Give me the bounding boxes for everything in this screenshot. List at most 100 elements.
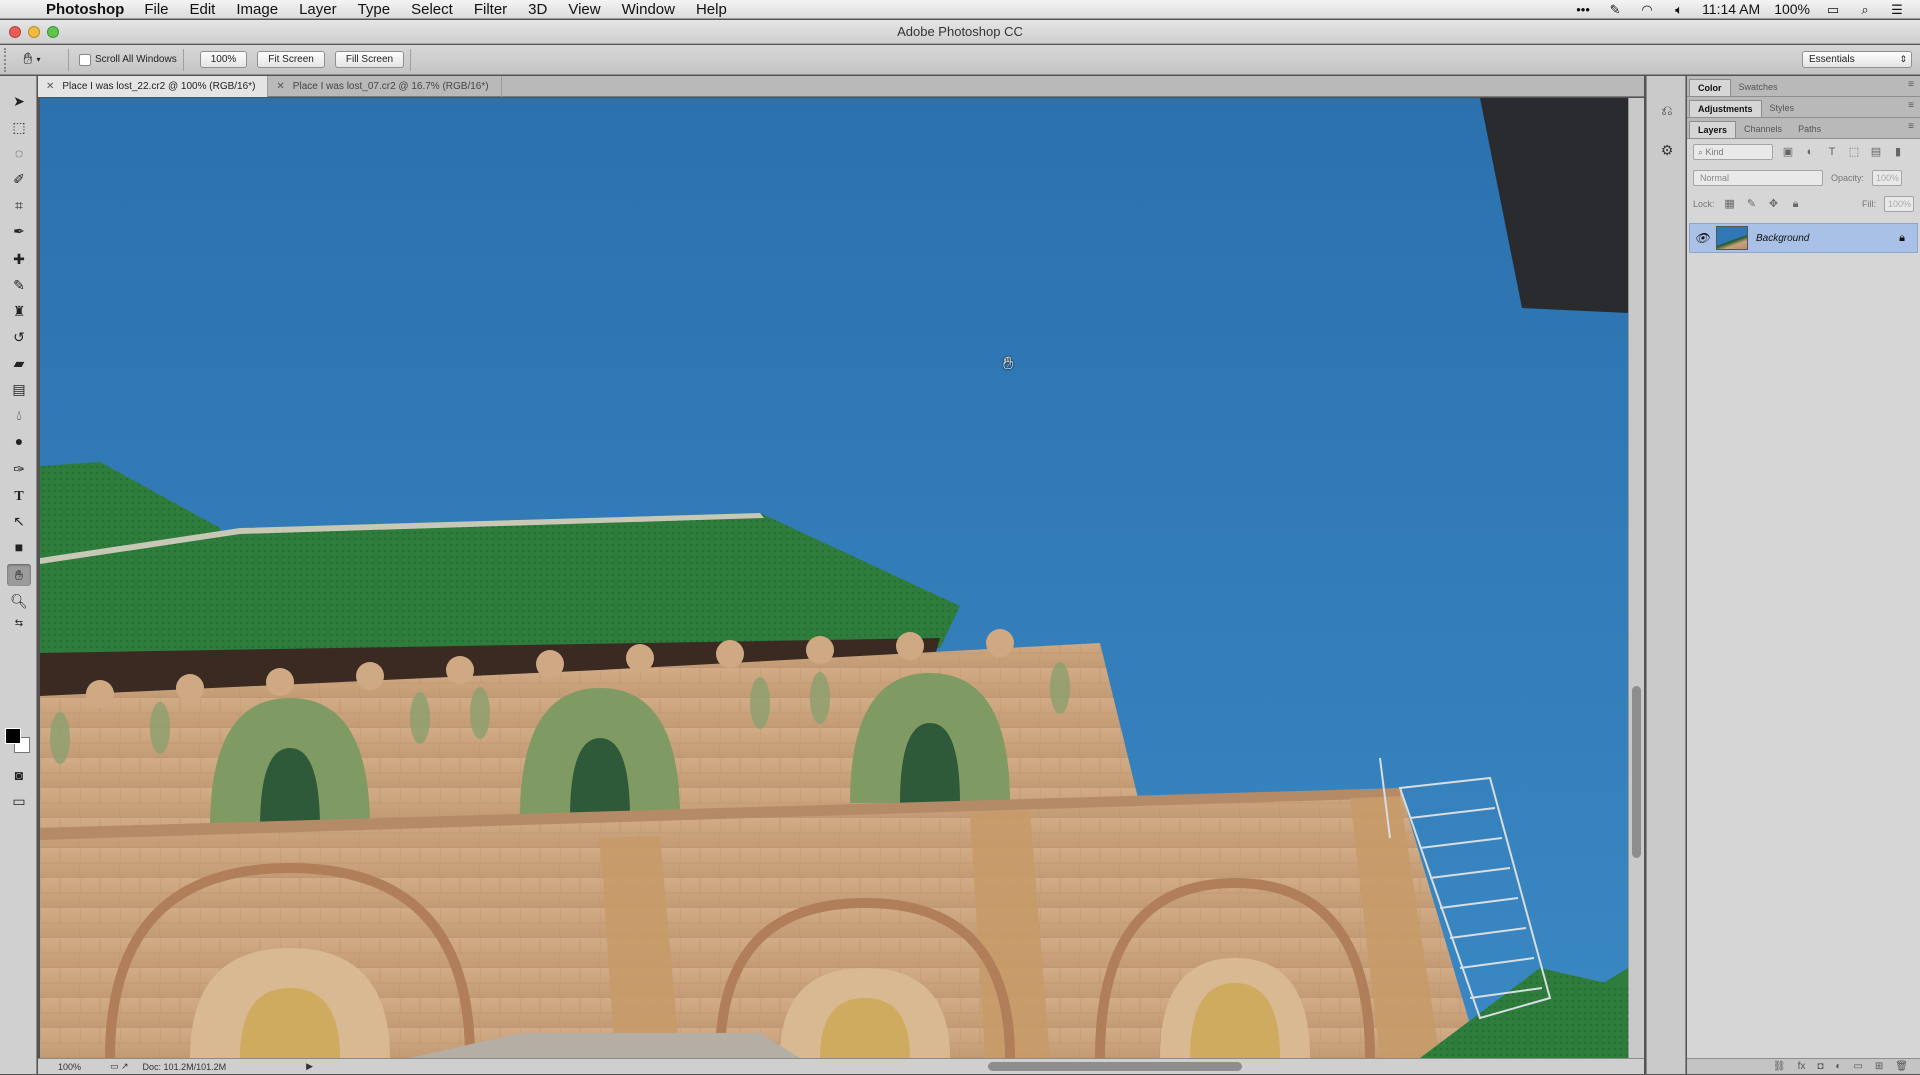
status-zoom-level[interactable]: 100% — [38, 1062, 98, 1072]
link-layers-icon[interactable]: ⛓ — [1773, 1059, 1786, 1074]
brush-tool[interactable]: ✎ — [7, 274, 31, 296]
clone-stamp-tool[interactable]: ♜ — [7, 300, 31, 322]
window-zoom-button[interactable] — [47, 26, 59, 38]
tab-color[interactable]: Color — [1689, 79, 1731, 96]
layer-row-background[interactable]: 👁︎ Background 🔒︎ — [1689, 223, 1918, 253]
history-panel-icon[interactable]: ⎌ — [1657, 100, 1677, 120]
close-icon[interactable]: ✕ — [276, 81, 284, 92]
eraser-tool[interactable]: ▰ — [7, 352, 31, 374]
status-doc-size[interactable]: Doc: 101.2M/101.2M — [143, 1062, 227, 1072]
blend-mode-select[interactable]: Normal — [1693, 170, 1823, 186]
workspace-switcher[interactable]: Essentials — [1802, 51, 1912, 68]
blur-tool[interactable]: 💧︎ — [7, 404, 31, 426]
properties-panel-icon[interactable]: ⚙ — [1657, 140, 1677, 160]
lasso-tool[interactable]: ◌ — [7, 142, 31, 164]
path-select-tool[interactable]: ↖ — [7, 510, 31, 532]
type-tool[interactable]: T — [7, 484, 31, 506]
foreground-color-swatch[interactable] — [5, 728, 21, 744]
lock-all-icon[interactable]: 🔒︎ — [1789, 197, 1803, 211]
menu-select[interactable]: Select — [411, 1, 453, 18]
tab-swatches[interactable]: Swatches — [1731, 79, 1786, 96]
doc-tab-active[interactable]: ✕ Place I was lost_22.cr2 @ 100% (RGB/16… — [38, 76, 269, 97]
doc-tab-inactive[interactable]: ✕ Place I was lost_07.cr2 @ 16.7% (RGB/1… — [268, 76, 502, 97]
trash-icon[interactable]: 🗑︎ — [1895, 1059, 1908, 1074]
shape-filter-icon[interactable]: ⬚ — [1847, 145, 1861, 159]
lock-transparent-icon[interactable]: ▦ — [1723, 197, 1737, 211]
menu-layer[interactable]: Layer — [299, 1, 337, 18]
panel-menu-icon[interactable]: ≡ — [1908, 121, 1914, 132]
menu-app-name[interactable]: Photoshop — [46, 1, 124, 18]
screen-mode-button[interactable]: ▭ — [7, 790, 31, 812]
menu-view[interactable]: View — [568, 1, 600, 18]
tab-styles[interactable]: Styles — [1762, 100, 1803, 117]
more-icon[interactable]: ••• — [1574, 3, 1592, 16]
scroll-all-windows-checkbox[interactable] — [79, 53, 91, 66]
quick-mask-button[interactable]: ◙ — [7, 764, 31, 786]
menu-help[interactable]: Help — [696, 1, 727, 18]
shape-tool[interactable]: ■ — [7, 536, 31, 558]
vertical-scroll-thumb[interactable] — [1632, 686, 1641, 858]
smart-object-filter-icon[interactable]: ▤ — [1869, 145, 1883, 159]
tab-layers[interactable]: Layers — [1689, 121, 1737, 138]
default-colors-button[interactable]: ⇆ — [7, 616, 31, 632]
status-menu-arrow-icon[interactable]: ▶ — [306, 1061, 313, 1072]
menu-3d[interactable]: 3D — [528, 1, 547, 18]
marquee-tool[interactable]: ⬚ — [7, 116, 31, 138]
eyedropper-tool[interactable]: ✒ — [7, 220, 31, 242]
move-tool[interactable]: ➤ — [7, 90, 31, 112]
healing-brush-tool[interactable]: ✚ — [7, 248, 31, 270]
crop-tool[interactable]: ⌗ — [7, 194, 31, 216]
add-mask-icon[interactable]: ◘ — [1817, 1059, 1823, 1074]
lock-icon[interactable]: 🔒︎ — [1899, 232, 1905, 245]
panel-menu-icon[interactable]: ≡ — [1908, 79, 1914, 90]
fx-icon[interactable]: fx — [1798, 1059, 1806, 1074]
canvas-vertical-scrollbar[interactable] — [1628, 98, 1644, 1058]
zoom-tool[interactable]: 🔍︎ — [7, 590, 31, 612]
tab-channels[interactable]: Channels — [1736, 121, 1790, 138]
options-bar-grip[interactable] — [4, 47, 12, 72]
pen-tool[interactable]: ✑ — [7, 458, 31, 480]
eye-icon[interactable]: 👁︎ — [1690, 231, 1714, 245]
horizontal-scroll-thumb[interactable] — [988, 1062, 1242, 1071]
clock[interactable]: 11:14 AM — [1702, 1, 1760, 17]
lock-image-icon[interactable]: ✎ — [1745, 197, 1759, 211]
menu-edit[interactable]: Edit — [190, 1, 216, 18]
fit-screen-button[interactable]: Fit Screen — [257, 51, 325, 68]
pixel-filter-icon[interactable]: ▣ — [1781, 145, 1795, 159]
menu-window[interactable]: Window — [622, 1, 675, 18]
menu-type[interactable]: Type — [358, 1, 391, 18]
window-minimize-button[interactable] — [28, 26, 40, 38]
fill-screen-button[interactable]: Fill Screen — [334, 51, 405, 68]
panel-menu-icon[interactable]: ≡ — [1908, 100, 1914, 111]
tab-adjustments[interactable]: Adjustments — [1689, 100, 1762, 117]
quick-select-tool[interactable]: ✐ — [7, 168, 31, 190]
menu-filter[interactable]: Filter — [474, 1, 507, 18]
hand-tool[interactable]: ✋︎ — [7, 564, 31, 586]
menu-file[interactable]: File — [144, 1, 168, 18]
spotlight-search-icon[interactable]: ⌕ — [1856, 3, 1874, 16]
tab-paths[interactable]: Paths — [1790, 121, 1829, 138]
close-icon[interactable]: ✕ — [46, 81, 54, 92]
opacity-field[interactable]: 100% — [1872, 170, 1903, 186]
scroll-all-windows-option[interactable]: Scroll All Windows — [79, 53, 177, 66]
filter-toggle-icon[interactable]: ▮ — [1891, 145, 1905, 159]
lock-position-icon[interactable]: ✥ — [1767, 197, 1781, 211]
menu-image[interactable]: Image — [236, 1, 278, 18]
new-adjustment-icon[interactable]: ◐ — [1835, 1059, 1841, 1074]
battery-icon[interactable]: ▭ — [1824, 3, 1842, 16]
dodge-tool[interactable]: ● — [7, 430, 31, 452]
gradient-tool[interactable]: ▤ — [7, 378, 31, 400]
adjustment-filter-icon[interactable]: ◐ — [1803, 145, 1817, 159]
layer-kind-filter[interactable]: ⌕ Kind — [1693, 144, 1773, 160]
new-group-icon[interactable]: ▭ — [1853, 1059, 1862, 1074]
zoom-100-button[interactable]: 100% — [199, 51, 248, 68]
tool-preset-picker[interactable]: ✋︎ ▾ — [12, 49, 52, 71]
fill-field[interactable]: 100% — [1884, 196, 1914, 212]
type-filter-icon[interactable]: T — [1825, 145, 1839, 159]
wifi-icon[interactable]: ◠ — [1638, 3, 1656, 16]
history-brush-tool[interactable]: ↺ — [7, 326, 31, 348]
volume-icon[interactable]: 🔈︎ — [1670, 3, 1688, 16]
notification-list-icon[interactable]: ☰ — [1888, 3, 1906, 16]
new-layer-icon[interactable]: ⊞ — [1875, 1059, 1883, 1074]
window-close-button[interactable] — [9, 26, 21, 38]
